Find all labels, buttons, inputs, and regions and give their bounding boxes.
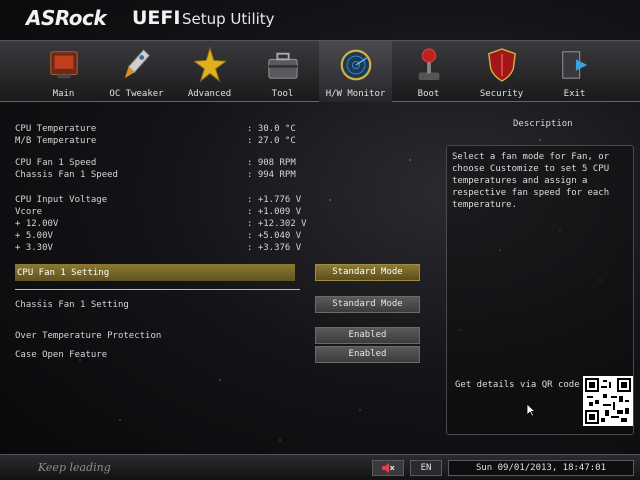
tab-exit[interactable]: Exit bbox=[538, 41, 611, 102]
speaker-mute-button[interactable] bbox=[372, 460, 404, 476]
footer-bar: Keep leading EN Sun 09/01/2013, 18:47:01 bbox=[0, 454, 640, 480]
tab-security[interactable]: Security bbox=[465, 41, 538, 102]
qr-code-label: Get details via QR code bbox=[455, 380, 580, 390]
tab-oc-tweaker[interactable]: OC Tweaker bbox=[100, 41, 173, 102]
divider-line bbox=[15, 289, 300, 290]
rocket-icon bbox=[121, 43, 153, 87]
over-temperature-protection-select[interactable]: Enabled bbox=[315, 327, 420, 344]
language-button[interactable]: EN bbox=[410, 460, 442, 476]
case-open-feature-row[interactable]: Case Open Feature Enabled bbox=[15, 346, 420, 364]
description-title: Description bbox=[513, 119, 573, 129]
date-time-display: Sun 09/01/2013, 18:47:01 bbox=[448, 460, 634, 476]
tab-advanced[interactable]: Advanced bbox=[173, 41, 246, 102]
joystick-icon bbox=[413, 43, 445, 87]
cpu-fan-setting-row[interactable]: CPU Fan 1 Setting Standard Mode bbox=[15, 264, 420, 282]
radar-icon bbox=[340, 43, 372, 87]
over-temperature-protection-row[interactable]: Over Temperature Protection Enabled bbox=[15, 327, 420, 345]
tab-tool[interactable]: Tool bbox=[246, 41, 319, 102]
tab-main[interactable]: Main bbox=[27, 41, 100, 102]
mouse-cursor-icon bbox=[526, 402, 537, 421]
tab-boot[interactable]: Boot bbox=[392, 41, 465, 102]
brand-logo: ASRock bbox=[26, 6, 107, 30]
speaker-mute-icon bbox=[382, 463, 395, 473]
case-open-feature-select[interactable]: Enabled bbox=[315, 346, 420, 363]
uefi-label: UEFI bbox=[132, 7, 181, 29]
star-icon bbox=[194, 43, 226, 87]
setup-utility-label: Setup Utility bbox=[182, 10, 275, 28]
tab-hw-monitor[interactable]: H/W Monitor bbox=[319, 41, 392, 102]
chassis-fan-setting-row[interactable]: Chassis Fan 1 Setting Standard Mode bbox=[15, 296, 420, 314]
chassis-fan-setting-select[interactable]: Standard Mode bbox=[315, 296, 420, 313]
main-icon bbox=[48, 43, 80, 87]
exit-door-icon bbox=[559, 43, 591, 87]
header: ASRock UEFI Setup Utility bbox=[0, 0, 640, 40]
cpu-fan-setting-select[interactable]: Standard Mode bbox=[315, 264, 420, 281]
qr-code-icon[interactable] bbox=[583, 376, 633, 426]
tagline: Keep leading bbox=[38, 461, 111, 474]
description-panel: Select a fan mode for Fan, or choose Cus… bbox=[446, 145, 634, 435]
toolbox-icon bbox=[267, 43, 299, 87]
main-navigation: Main OC Tweaker Advanced Tool H/W Monito… bbox=[0, 40, 640, 102]
shield-icon bbox=[486, 43, 518, 87]
description-text: Select a fan mode for Fan, or choose Cus… bbox=[452, 152, 610, 210]
